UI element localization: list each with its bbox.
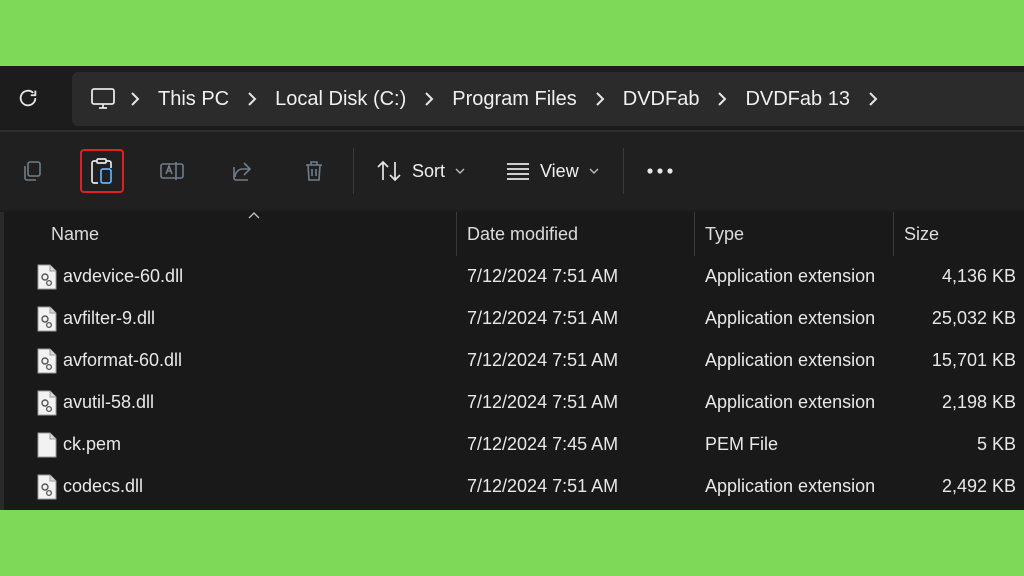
file-row[interactable]: codecs.dll 7/12/2024 7:51 AM Application e…	[4, 467, 1024, 509]
column-header-row: Name Date modified Type Size	[4, 212, 1024, 256]
sort-icon	[377, 160, 401, 182]
dll-file-icon	[36, 264, 58, 290]
column-divider[interactable]	[893, 212, 894, 256]
view-label: View	[540, 160, 579, 181]
file-type: Application extension	[705, 266, 876, 286]
address-bar-row: This PC Local Disk (C:) Program Files DV…	[0, 66, 1024, 130]
file-size: 5 KB	[976, 434, 1016, 454]
file-date-modified: 7/12/2024 7:51 AM	[467, 266, 619, 286]
file-date-modified: 7/12/2024 7:45 AM	[467, 434, 619, 454]
file-size: 25,032 KB	[931, 308, 1016, 328]
chevron-right-icon[interactable]	[583, 91, 617, 107]
paste-icon	[91, 158, 112, 184]
file-name: codecs.dll	[63, 476, 144, 496]
file-size: 15,701 KB	[931, 350, 1016, 370]
breadcrumb-item-this-pc[interactable]: This PC	[152, 88, 235, 111]
file-row[interactable]: avformat-60.dll 7/12/2024 7:51 AM Applicat…	[4, 341, 1024, 383]
copy-icon	[24, 161, 41, 181]
file-name: avutil-58.dll	[63, 392, 155, 412]
file-row[interactable]: ck.pem 7/12/2024 7:45 AM PEM File 5 KB	[4, 425, 1024, 467]
sort-label: Sort	[412, 160, 446, 181]
file-type: Application extension	[705, 392, 876, 412]
file-row[interactable]: avdevice-60.dll 7/12/2024 7:51 AM Applicat…	[4, 257, 1024, 299]
dll-file-icon	[36, 306, 58, 332]
chevron-down-icon	[589, 168, 599, 174]
chevron-right-icon[interactable]	[705, 91, 739, 107]
file-name: avdevice-60.dll	[63, 266, 184, 286]
refresh-button[interactable]	[10, 80, 46, 116]
dll-file-icon	[36, 348, 58, 374]
breadcrumb-item-dvdfab-13[interactable]: DVDFab 13	[739, 88, 856, 111]
share-icon	[233, 162, 252, 181]
chevron-right-icon[interactable]	[412, 91, 446, 107]
chevron-right-icon[interactable]	[856, 91, 890, 107]
file-row[interactable]: avfilter-9.dll 7/12/2024 7:51 AM Applicati…	[4, 299, 1024, 341]
file-size: 4,136 KB	[941, 266, 1016, 286]
dll-file-icon	[36, 390, 58, 416]
more-dots-icon	[647, 168, 673, 174]
breadcrumb-item-program-files[interactable]: Program Files	[446, 88, 582, 111]
view-list-icon	[507, 163, 529, 180]
blank-file-icon	[36, 432, 58, 458]
file-explorer-window: This PC Local Disk (C:) Program Files DV…	[0, 66, 1024, 510]
breadcrumb[interactable]: This PC Local Disk (C:) Program Files DV…	[72, 72, 1024, 126]
column-header-type[interactable]: Type	[705, 224, 744, 245]
dll-file-icon	[36, 474, 58, 500]
file-name: avformat-60.dll	[63, 350, 183, 370]
file-name: ck.pem	[63, 434, 122, 454]
column-divider[interactable]	[694, 212, 695, 256]
file-size: 2,198 KB	[941, 392, 1016, 412]
column-header-name[interactable]: Name	[51, 224, 99, 245]
file-size: 2,492 KB	[941, 476, 1016, 496]
column-header-date-modified[interactable]: Date modified	[467, 224, 578, 245]
file-date-modified: 7/12/2024 7:51 AM	[467, 392, 619, 412]
rename-icon	[160, 162, 184, 180]
chevron-right-icon[interactable]	[118, 91, 152, 107]
paste-button[interactable]	[80, 149, 124, 193]
file-type: PEM File	[705, 434, 779, 454]
file-type: Application extension	[705, 350, 876, 370]
file-row[interactable]: avutil-58.dll 7/12/2024 7:51 AM Applicatio…	[4, 383, 1024, 425]
view-button[interactable]: View	[506, 151, 599, 191]
file-type: Application extension	[705, 476, 876, 496]
delete-button[interactable]	[294, 151, 334, 191]
column-divider[interactable]	[456, 212, 457, 256]
sort-ascending-caret-icon	[248, 212, 260, 219]
chevron-down-icon	[455, 168, 465, 174]
file-list: Name Date modified Type Size avdevice-60…	[0, 212, 1024, 510]
sort-button[interactable]: Sort	[376, 151, 465, 191]
rename-button[interactable]	[152, 151, 192, 191]
column-header-size[interactable]: Size	[904, 224, 939, 245]
toolbar-separator	[623, 148, 624, 194]
breadcrumb-item-local-disk[interactable]: Local Disk (C:)	[269, 88, 412, 111]
more-options-button[interactable]	[640, 151, 680, 191]
this-pc-icon[interactable]	[88, 84, 118, 114]
file-date-modified: 7/12/2024 7:51 AM	[467, 308, 619, 328]
file-type: Application extension	[705, 308, 876, 328]
file-date-modified: 7/12/2024 7:51 AM	[467, 350, 619, 370]
refresh-icon	[19, 89, 37, 107]
breadcrumb-item-dvdfab[interactable]: DVDFab	[617, 88, 706, 111]
toolbar-separator	[353, 148, 354, 194]
file-name: avfilter-9.dll	[63, 308, 156, 328]
command-bar: Sort View	[0, 132, 1024, 210]
copy-button[interactable]	[12, 151, 52, 191]
share-button[interactable]	[222, 151, 262, 191]
chevron-right-icon[interactable]	[235, 91, 269, 107]
file-date-modified: 7/12/2024 7:51 AM	[467, 476, 619, 496]
trash-icon	[306, 161, 322, 181]
